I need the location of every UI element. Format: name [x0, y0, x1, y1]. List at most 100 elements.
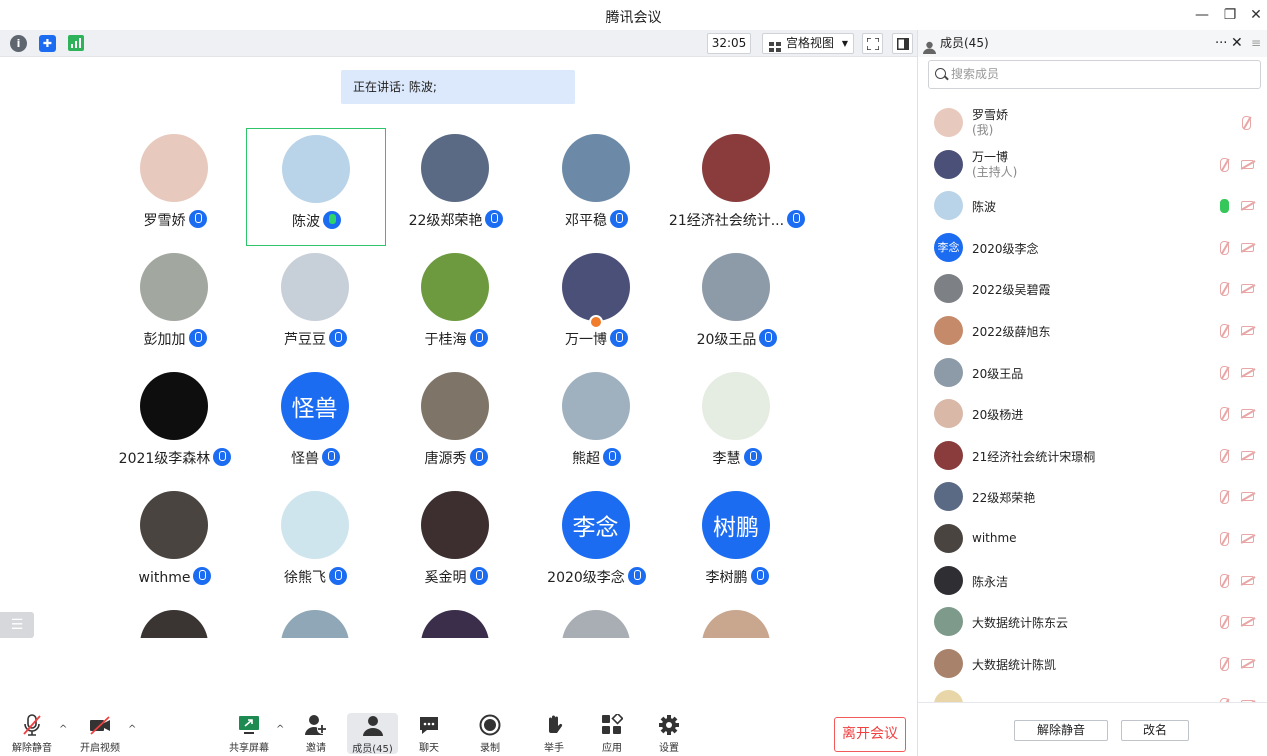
- mic-muted-icon[interactable]: [1220, 407, 1229, 422]
- member-row[interactable]: 罗雪娇 (我): [918, 102, 1267, 144]
- panel-menu-icon[interactable]: ≡: [1251, 30, 1261, 57]
- video-tile[interactable]: 于桂海: [386, 247, 526, 365]
- member-row[interactable]: 大数据统计陈东云: [918, 601, 1267, 643]
- video-tile[interactable]: 2021级李森林: [105, 366, 245, 484]
- video-tile[interactable]: 李念 2020级李念: [527, 485, 667, 603]
- camera-off-icon[interactable]: [1241, 159, 1254, 169]
- member-row[interactable]: 李念 2020级李念: [918, 227, 1267, 269]
- camera-off-icon[interactable]: [1241, 575, 1254, 585]
- video-tile[interactable]: 熊超: [527, 366, 667, 484]
- apps-button[interactable]: 应用: [588, 712, 636, 754]
- member-row[interactable]: withme: [918, 518, 1267, 560]
- video-tile[interactable]: 徐熊飞: [246, 485, 386, 603]
- mic-muted-icon[interactable]: [1220, 324, 1229, 338]
- mic-active-icon[interactable]: [1220, 199, 1229, 214]
- member-row[interactable]: 22级郑荣艳: [918, 476, 1267, 518]
- camera-off-icon[interactable]: [1241, 201, 1254, 211]
- avatar: [140, 610, 208, 638]
- view-mode-dropdown[interactable]: 宫格视图 ▼: [762, 33, 854, 54]
- unmute-all-button[interactable]: 解除静音: [1014, 720, 1108, 741]
- member-name: 万一博: [972, 149, 1009, 164]
- video-tile[interactable]: withme: [105, 485, 245, 603]
- mic-muted-icon[interactable]: [1220, 490, 1229, 505]
- start-video-button[interactable]: 开启视频: [76, 714, 124, 754]
- video-tile[interactable]: 邓平稳: [527, 128, 667, 246]
- unmute-button[interactable]: 解除静音: [8, 714, 56, 754]
- camera-off-icon[interactable]: [1241, 409, 1254, 419]
- close-button[interactable]: ✕: [1243, 4, 1267, 26]
- mic-muted-icon[interactable]: [1220, 157, 1229, 172]
- member-row[interactable]: 大数据统计陈凯: [918, 643, 1267, 685]
- restore-button[interactable]: ❐: [1217, 4, 1243, 26]
- video-tile[interactable]: 万一博: [527, 247, 667, 365]
- settings-button[interactable]: 设置: [645, 714, 693, 754]
- members-button[interactable]: 成员(45): [347, 713, 398, 755]
- member-row[interactable]: [918, 684, 1267, 702]
- member-row[interactable]: 20级杨进: [918, 393, 1267, 435]
- chat-button[interactable]: 聊天: [405, 714, 453, 754]
- video-tile[interactable]: 芦豆豆: [246, 247, 386, 365]
- video-tile[interactable]: 彭加加: [105, 247, 245, 365]
- member-row[interactable]: 陈永洁: [918, 560, 1267, 602]
- fullscreen-icon[interactable]: [862, 33, 883, 54]
- member-row[interactable]: 2022级薛旭东: [918, 310, 1267, 352]
- network-signal-icon[interactable]: [68, 35, 84, 51]
- invite-button[interactable]: 邀请: [292, 714, 340, 754]
- member-row[interactable]: 陈波: [918, 185, 1267, 227]
- mic-options-chevron-icon[interactable]: ^: [59, 724, 67, 735]
- mic-muted-icon[interactable]: [1242, 116, 1251, 130]
- mic-muted-icon[interactable]: [1220, 365, 1229, 380]
- share-options-chevron-icon[interactable]: ^: [276, 724, 284, 735]
- mic-muted-icon[interactable]: [1220, 615, 1229, 630]
- share-screen-button[interactable]: 共享屏幕: [225, 714, 273, 754]
- video-tile[interactable]: 20级王品: [667, 247, 805, 365]
- video-tile[interactable]: 李慧: [667, 366, 805, 484]
- video-tile[interactable]: [246, 604, 386, 638]
- camera-off-icon[interactable]: [1241, 367, 1254, 377]
- camera-off-icon[interactable]: [1241, 242, 1254, 252]
- camera-off-icon[interactable]: [1241, 284, 1254, 294]
- member-row[interactable]: 20级王品: [918, 352, 1267, 394]
- camera-off-icon[interactable]: [1241, 326, 1254, 335]
- mic-muted-icon[interactable]: [1220, 656, 1229, 671]
- raise-hand-button[interactable]: 举手: [530, 714, 578, 754]
- video-tile[interactable]: 怪兽 怪兽: [246, 366, 386, 484]
- video-tile[interactable]: [105, 604, 245, 638]
- member-row[interactable]: 万一博 (主持人): [918, 144, 1267, 186]
- camera-off-icon[interactable]: [1241, 617, 1254, 627]
- mic-muted-icon[interactable]: [1220, 240, 1229, 255]
- rename-button[interactable]: 改名: [1121, 720, 1189, 741]
- close-panel-icon[interactable]: ✕: [1231, 30, 1243, 57]
- video-tile[interactable]: 树鹏 李树鹏: [667, 485, 805, 603]
- mic-muted-icon[interactable]: [1220, 573, 1229, 588]
- more-options-icon[interactable]: ···: [1215, 30, 1227, 57]
- video-tile[interactable]: 21经济社会统计...: [667, 128, 805, 246]
- video-tile[interactable]: [667, 604, 805, 638]
- minimize-button[interactable]: —: [1189, 4, 1215, 26]
- info-icon[interactable]: i: [10, 35, 27, 52]
- video-tile[interactable]: [527, 604, 667, 638]
- mic-muted-icon[interactable]: [1220, 282, 1229, 297]
- member-row[interactable]: 21经济社会统计宋璟桐: [918, 435, 1267, 477]
- list-icon[interactable]: ☰: [0, 612, 34, 638]
- video-tile[interactable]: 唐源秀: [386, 366, 526, 484]
- camera-off-icon[interactable]: [1241, 534, 1254, 543]
- camera-off-icon[interactable]: [1241, 492, 1254, 502]
- member-row[interactable]: 2022级吴碧霞: [918, 268, 1267, 310]
- security-shield-icon[interactable]: ✚: [39, 35, 56, 52]
- member-name: 大数据统计陈凯: [972, 657, 1057, 672]
- camera-off-icon[interactable]: [1241, 450, 1254, 460]
- mic-muted-icon[interactable]: [1220, 532, 1229, 546]
- video-tile[interactable]: 陈波: [245, 128, 386, 246]
- video-options-chevron-icon[interactable]: ^: [128, 724, 136, 735]
- video-tile[interactable]: [386, 604, 526, 638]
- leave-meeting-button[interactable]: 离开会议: [834, 717, 906, 752]
- video-tile[interactable]: 罗雪娇: [105, 128, 245, 246]
- member-search-input[interactable]: 搜索成员: [928, 60, 1261, 89]
- camera-off-icon[interactable]: [1241, 658, 1254, 668]
- mic-muted-icon[interactable]: [1220, 448, 1229, 463]
- video-tile[interactable]: 奚金明: [386, 485, 526, 603]
- record-button[interactable]: 录制: [466, 714, 514, 754]
- toggle-sidebar-icon[interactable]: [892, 33, 913, 54]
- video-tile[interactable]: 22级郑荣艳: [386, 128, 526, 246]
